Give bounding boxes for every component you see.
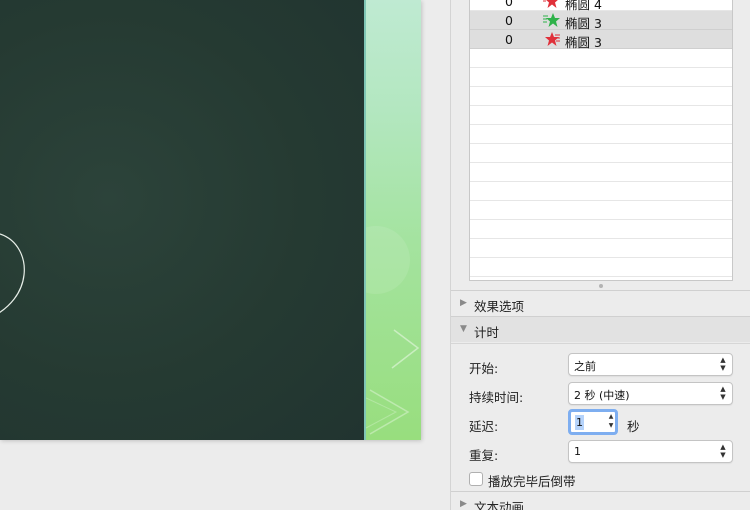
animation-order: 0 [505, 0, 513, 9]
animation-row[interactable]: 0 椭圆 4 [470, 0, 732, 12]
empty-list-row [470, 68, 732, 87]
animation-list[interactable]: 0 椭圆 4 0 椭圆 3 0 椭圆 3 [469, 0, 733, 281]
duration-select[interactable]: 2 秒 (中速) ▲ ▼ [568, 382, 733, 405]
animation-pane: 0 椭圆 4 0 椭圆 3 0 椭圆 3 ▶ 效果选项 ▼ 计时 开始: 之前 … [450, 0, 750, 510]
empty-list-row [470, 239, 732, 258]
start-select[interactable]: 之前 ▲ ▼ [568, 353, 733, 376]
duration-label: 持续时间: [469, 390, 524, 405]
empty-list-row [470, 163, 732, 182]
duration-select-value: 2 秒 (中速) [574, 389, 630, 402]
start-label: 开始: [469, 361, 499, 376]
strip-decoration [342, 226, 420, 435]
section-effect-options[interactable]: ▶ 效果选项 [451, 290, 750, 316]
ellipse-shape-outline[interactable] [0, 0, 364, 440]
animation-target-name: 椭圆 3 [565, 35, 602, 50]
delay-input-value: 1 [575, 415, 584, 430]
section-timing[interactable]: ▼ 计时 [451, 316, 750, 342]
empty-list-row [470, 106, 732, 125]
disclosure-right-icon: ▶ [460, 298, 467, 308]
section-text-animation[interactable]: ▶ 文本动画 [451, 491, 750, 510]
delay-input[interactable]: 1 [572, 413, 606, 431]
empty-list-row [470, 220, 732, 239]
empty-list-row [470, 49, 732, 68]
rewind-checkbox-label[interactable]: 播放完毕后倒带 [488, 471, 576, 490]
start-select-value: 之前 [574, 360, 596, 373]
delay-stepper-arrows-icon[interactable]: ▲ ▼ [607, 412, 615, 432]
animation-order: 0 [505, 13, 513, 28]
empty-list-row [470, 87, 732, 106]
repeat-label: 重复: [469, 448, 499, 463]
delay-stepper-field[interactable]: 1 ▲ ▼ [568, 409, 618, 435]
animation-row[interactable]: 0 椭圆 3 [470, 30, 732, 50]
updown-arrows-icon: ▲ ▼ [720, 356, 726, 372]
empty-list-row [470, 125, 732, 144]
empty-list-row [470, 201, 732, 220]
delay-unit-label: 秒 [627, 419, 640, 434]
resize-grip-icon [599, 284, 603, 288]
disclosure-down-icon: ▼ [460, 324, 467, 334]
green-entrance-star-icon [543, 12, 560, 28]
slide-canvas-area [0, 0, 450, 510]
disclosure-right-icon: ▶ [460, 499, 467, 509]
section-timing-label: 计时 [474, 325, 500, 340]
section-effect-options-label: 效果选项 [474, 299, 525, 314]
empty-list-row [470, 258, 732, 277]
updown-arrows-icon: ▲ ▼ [720, 443, 726, 459]
repeat-select-value: 1 [574, 445, 581, 458]
empty-list-row [470, 144, 732, 163]
animation-order: 0 [505, 32, 513, 47]
list-resize-handle[interactable] [451, 281, 750, 290]
empty-list-row [470, 182, 732, 201]
section-text-animation-label: 文本动画 [474, 500, 525, 510]
red-exit-star-icon [543, 0, 560, 9]
updown-arrows-icon: ▲ ▼ [720, 385, 726, 401]
slide-preview[interactable] [0, 0, 421, 440]
slide-green-strip [342, 0, 421, 440]
repeat-select[interactable]: 1 ▲ ▼ [568, 440, 733, 463]
animation-row[interactable]: 0 椭圆 3 [470, 11, 732, 31]
red-exit-star-icon [543, 31, 560, 47]
delay-label: 延迟: [469, 419, 499, 434]
rewind-checkbox[interactable] [469, 472, 483, 486]
